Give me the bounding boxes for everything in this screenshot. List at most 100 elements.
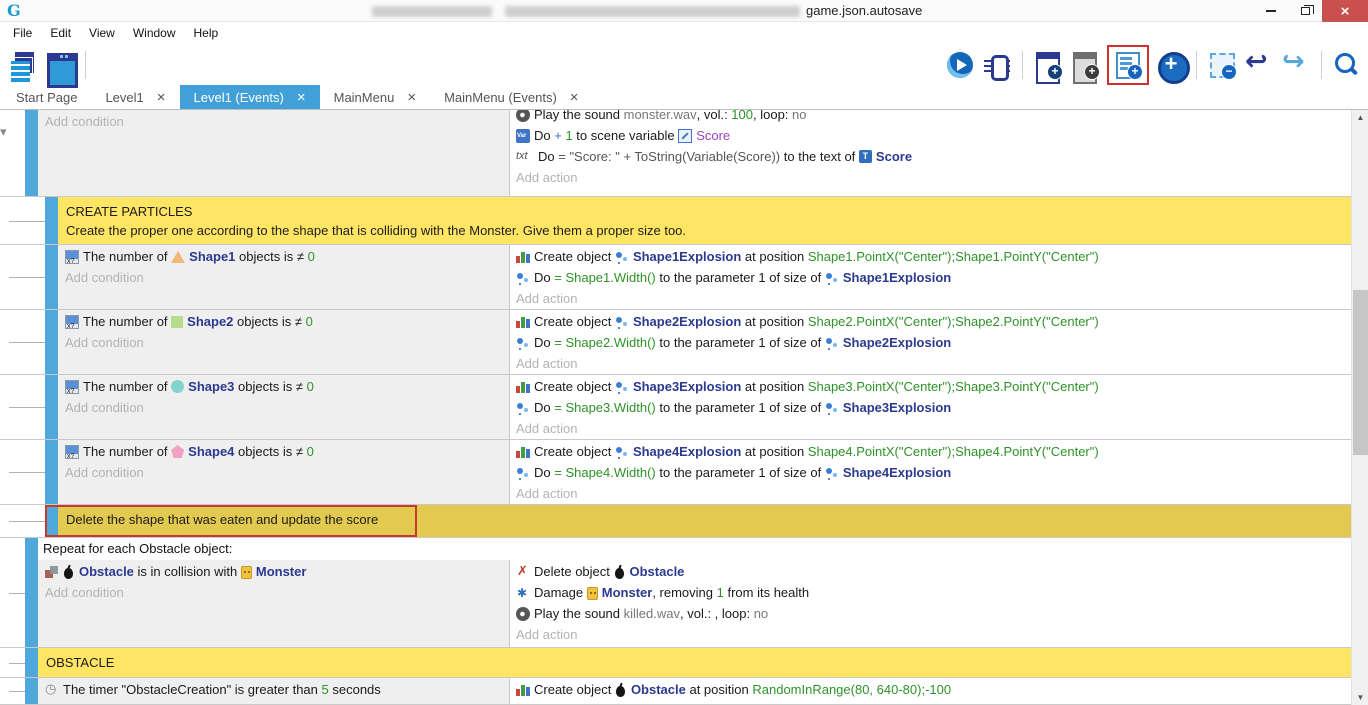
search-icon[interactable] <box>1332 50 1362 80</box>
text-segment: no <box>792 110 806 122</box>
action-line[interactable]: Damage Monster, removing 1 from its heal… <box>516 582 1351 603</box>
add-condition-link[interactable]: Add condition <box>65 267 509 288</box>
event-selection-bar[interactable] <box>45 505 58 537</box>
event-selection-bar[interactable] <box>45 310 58 374</box>
tab-level1[interactable]: Level1 <box>91 85 179 109</box>
text-segment: Monster <box>602 585 653 600</box>
action-line[interactable]: Create object Shape3Explosion at positio… <box>516 376 1351 397</box>
remove-event-icon[interactable] <box>1207 50 1237 80</box>
condition-line[interactable]: The number of Shape1 objects is ≠ 0 <box>65 246 509 267</box>
conditions-column: The number of Shape2 objects is ≠ 0Add c… <box>58 310 510 374</box>
event-row: The number of Shape2 objects is ≠ 0Add c… <box>0 310 1351 375</box>
add-event-list-icon[interactable] <box>1113 50 1143 80</box>
tab-close-icon[interactable] <box>157 90 166 105</box>
add-plus-icon[interactable] <box>1156 50 1186 80</box>
action-line[interactable]: Do = Shape4.Width() to the parameter 1 o… <box>516 462 1351 483</box>
tab-close-icon[interactable] <box>407 90 416 105</box>
action-line[interactable]: Play the sound killed.wav, vol.: , loop:… <box>516 603 1351 624</box>
condition-line[interactable]: Obstacle is in collision with Monster <box>45 561 509 582</box>
add-condition-link[interactable]: Add condition <box>45 582 509 603</box>
action-line[interactable]: Play the sound monster.wav, vol.: 100, l… <box>516 110 1351 125</box>
debug-icon[interactable] <box>982 50 1012 80</box>
timer-icon <box>45 683 59 697</box>
particle-icon <box>825 271 839 285</box>
scroll-up-icon[interactable] <box>1352 110 1368 125</box>
action-line[interactable]: Do = Shape1.Width() to the parameter 1 o… <box>516 267 1351 288</box>
action-line[interactable]: Delete object Obstacle <box>516 561 1351 582</box>
action-line[interactable]: Create object Shape2Explosion at positio… <box>516 311 1351 332</box>
action-line[interactable]: Do = "Score: " + ToString(Variable(Score… <box>516 146 1351 167</box>
event-selection-bar[interactable] <box>25 110 38 196</box>
redo-icon[interactable] <box>1281 50 1311 80</box>
menu-view[interactable]: View <box>80 26 124 40</box>
action-line[interactable]: Do + 1 to scene variable Score <box>516 125 1351 146</box>
restore-button[interactable] <box>1288 0 1322 22</box>
menu-file[interactable]: File <box>4 26 41 40</box>
event-selection-bar[interactable] <box>45 197 58 244</box>
add-event-icon[interactable] <box>1033 50 1063 80</box>
tree-gutter <box>0 245 45 309</box>
comment-box[interactable]: OBSTACLE <box>38 648 1351 677</box>
menu-edit[interactable]: Edit <box>41 26 80 40</box>
action-line[interactable]: Do = Shape2.Width() to the parameter 1 o… <box>516 332 1351 353</box>
conditions-column: The number of Shape3 objects is ≠ 0Add c… <box>58 375 510 439</box>
add-action-link[interactable]: Add action <box>516 418 1351 439</box>
menu-window[interactable]: Window <box>124 26 185 40</box>
action-line[interactable]: Create object Shape1Explosion at positio… <box>516 246 1351 267</box>
text-segment: to the text of <box>780 149 859 164</box>
add-subevent-icon[interactable] <box>1070 50 1100 80</box>
event-selection-bar[interactable] <box>45 440 58 504</box>
add-condition-link[interactable]: Add condition <box>65 462 509 483</box>
add-action-link[interactable]: Add action <box>516 624 1351 645</box>
tab-mainmenu[interactable]: MainMenu <box>320 85 430 109</box>
actions-column: Create object Obstacle at position Rando… <box>510 678 1351 704</box>
condition-line[interactable]: The timer "ObstacleCreation" is greater … <box>45 679 509 700</box>
menu-help[interactable]: Help <box>185 26 228 40</box>
conditions-column: The number of Shape1 objects is ≠ 0Add c… <box>58 245 510 309</box>
project-manager-icon[interactable] <box>44 50 74 80</box>
tab-level1-events[interactable]: Level1 (Events) <box>180 85 320 109</box>
event-selection-bar[interactable] <box>25 678 38 704</box>
preview-play-icon[interactable] <box>945 50 975 80</box>
minimize-button[interactable] <box>1254 0 1288 22</box>
collapse-arrow-icon[interactable]: ▾ <box>0 124 7 140</box>
condition-line[interactable]: The number of Shape3 objects is ≠ 0 <box>65 376 509 397</box>
var-icon <box>516 129 530 143</box>
scroll-down-icon[interactable] <box>1352 690 1368 705</box>
add-condition-link[interactable]: Add condition <box>45 111 509 132</box>
particle-icon <box>615 250 629 264</box>
action-line[interactable]: Create object Shape4Explosion at positio… <box>516 441 1351 462</box>
undo-icon[interactable] <box>1244 50 1274 80</box>
tab-close-icon[interactable] <box>297 90 306 105</box>
action-line[interactable]: Do = Shape3.Width() to the parameter 1 o… <box>516 397 1351 418</box>
tab-mainmenu-events[interactable]: MainMenu (Events) <box>430 85 592 109</box>
event-selection-bar[interactable] <box>45 245 58 309</box>
comment-box[interactable]: Delete the shape that was eaten and upda… <box>58 505 1351 537</box>
event-selection-bar[interactable] <box>25 538 38 647</box>
add-action-link[interactable]: Add action <box>516 167 1351 188</box>
window-controls: × <box>1254 0 1368 22</box>
event-selection-bar[interactable] <box>25 648 38 677</box>
comment-box[interactable]: CREATE PARTICLESCreate the proper one ac… <box>58 197 1351 244</box>
open-project-icon[interactable] <box>6 50 36 80</box>
particle-icon <box>615 445 629 459</box>
toolbar-separator <box>1196 51 1197 79</box>
tree-gutter <box>0 310 45 374</box>
blurred-title-text <box>372 6 492 17</box>
tab-close-icon[interactable] <box>570 90 579 105</box>
scrollbar-thumb[interactable] <box>1353 290 1368 455</box>
add-action-link[interactable]: Add action <box>516 288 1351 309</box>
add-action-link[interactable]: Add action <box>516 483 1351 504</box>
text-segment: Create object <box>534 682 615 697</box>
text-segment: objects is <box>234 379 295 394</box>
add-action-link[interactable]: Add action <box>516 353 1351 374</box>
condition-line[interactable]: The number of Shape2 objects is ≠ 0 <box>65 311 509 332</box>
condition-line[interactable]: The number of Shape4 objects is ≠ 0 <box>65 441 509 462</box>
add-condition-link[interactable]: Add condition <box>65 397 509 418</box>
action-line[interactable]: Create object Obstacle at position Rando… <box>516 679 1351 700</box>
close-button[interactable]: × <box>1322 0 1368 22</box>
add-condition-link[interactable]: Add condition <box>65 332 509 353</box>
tab-start-page[interactable]: Start Page <box>2 85 91 109</box>
event-selection-bar[interactable] <box>45 375 58 439</box>
vertical-scrollbar[interactable] <box>1351 110 1368 705</box>
